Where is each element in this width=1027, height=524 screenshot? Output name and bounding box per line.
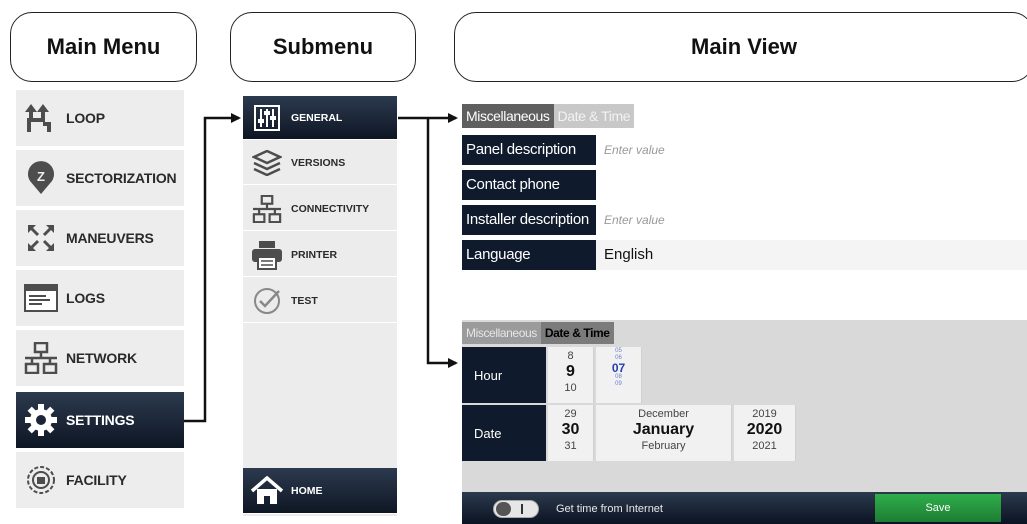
diagram-stage: Main Menu Submenu Main View LOOP Z SECTO… — [0, 0, 1027, 524]
settings-to-submenu-arrow — [184, 113, 241, 423]
connector-arrows — [184, 113, 458, 423]
general-to-datetime-arrow — [426, 118, 458, 368]
